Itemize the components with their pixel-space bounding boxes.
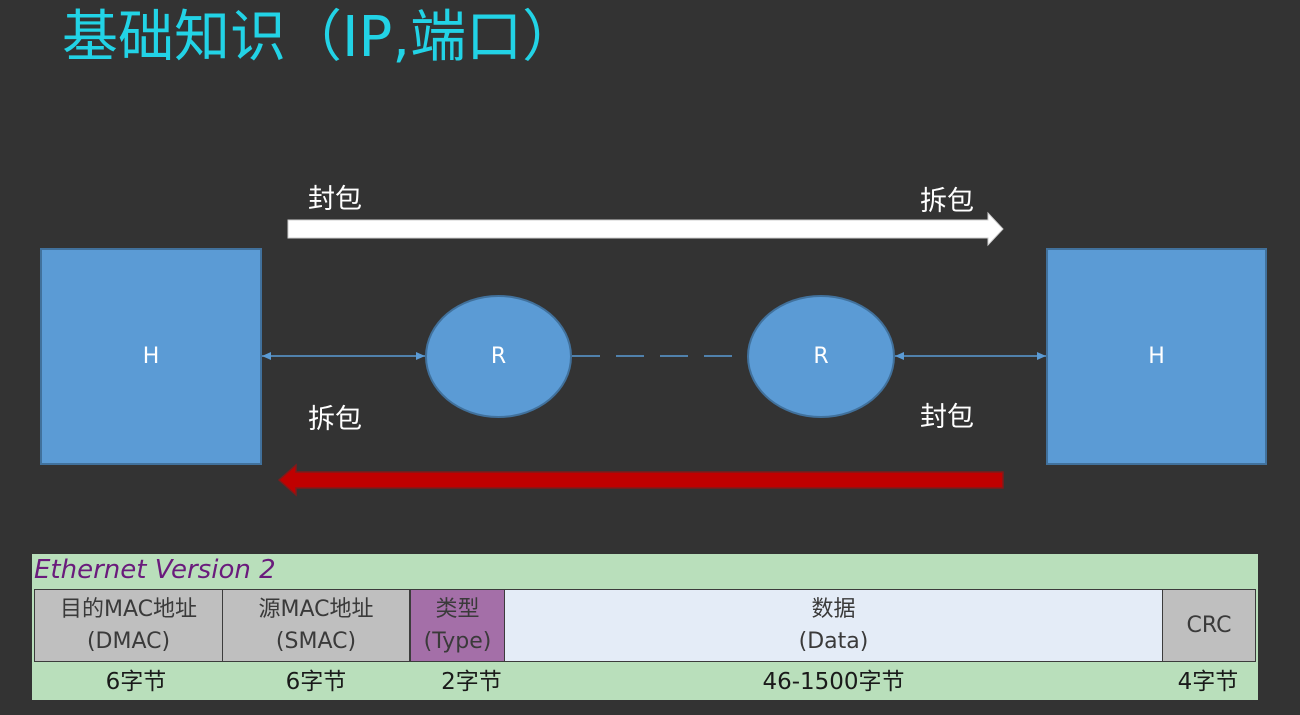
- size-smac: 6字节: [285, 669, 347, 695]
- field-data: 数据 (Data): [504, 589, 1163, 662]
- size-crc: 4字节: [1177, 669, 1239, 695]
- field-dmac-abbr: (DMAC): [86, 628, 171, 654]
- router-left: R: [425, 295, 572, 418]
- field-crc-name: CRC: [1186, 612, 1232, 638]
- size-dmac: 6字节: [105, 669, 167, 695]
- field-smac-abbr: (SMAC): [275, 628, 357, 654]
- field-crc: CRC: [1162, 589, 1256, 662]
- field-data-abbr: (Data): [798, 628, 869, 654]
- field-dmac: 目的MAC地址 (DMAC): [34, 589, 223, 662]
- field-dmac-name: 目的MAC地址: [59, 596, 197, 622]
- return-arrow: [277, 463, 1004, 497]
- host-right: H: [1046, 248, 1267, 465]
- field-smac-name: 源MAC地址: [258, 596, 374, 622]
- router-right: R: [747, 295, 895, 418]
- field-type-name: 类型: [435, 596, 480, 622]
- field-smac: 源MAC地址 (SMAC): [222, 589, 410, 662]
- forward-arrow: [287, 211, 1004, 247]
- host-left: H: [40, 248, 262, 465]
- field-type: 类型 (Type): [410, 589, 505, 662]
- size-data: 46-1500字节: [762, 669, 905, 695]
- ethernet-frame-title: Ethernet Version 2: [34, 555, 276, 585]
- ethernet-frame-table: Ethernet Version 2 目的MAC地址 (DMAC) 源MAC地址…: [32, 554, 1258, 700]
- field-data-name: 数据: [811, 596, 856, 622]
- field-type-abbr: (Type): [423, 628, 492, 654]
